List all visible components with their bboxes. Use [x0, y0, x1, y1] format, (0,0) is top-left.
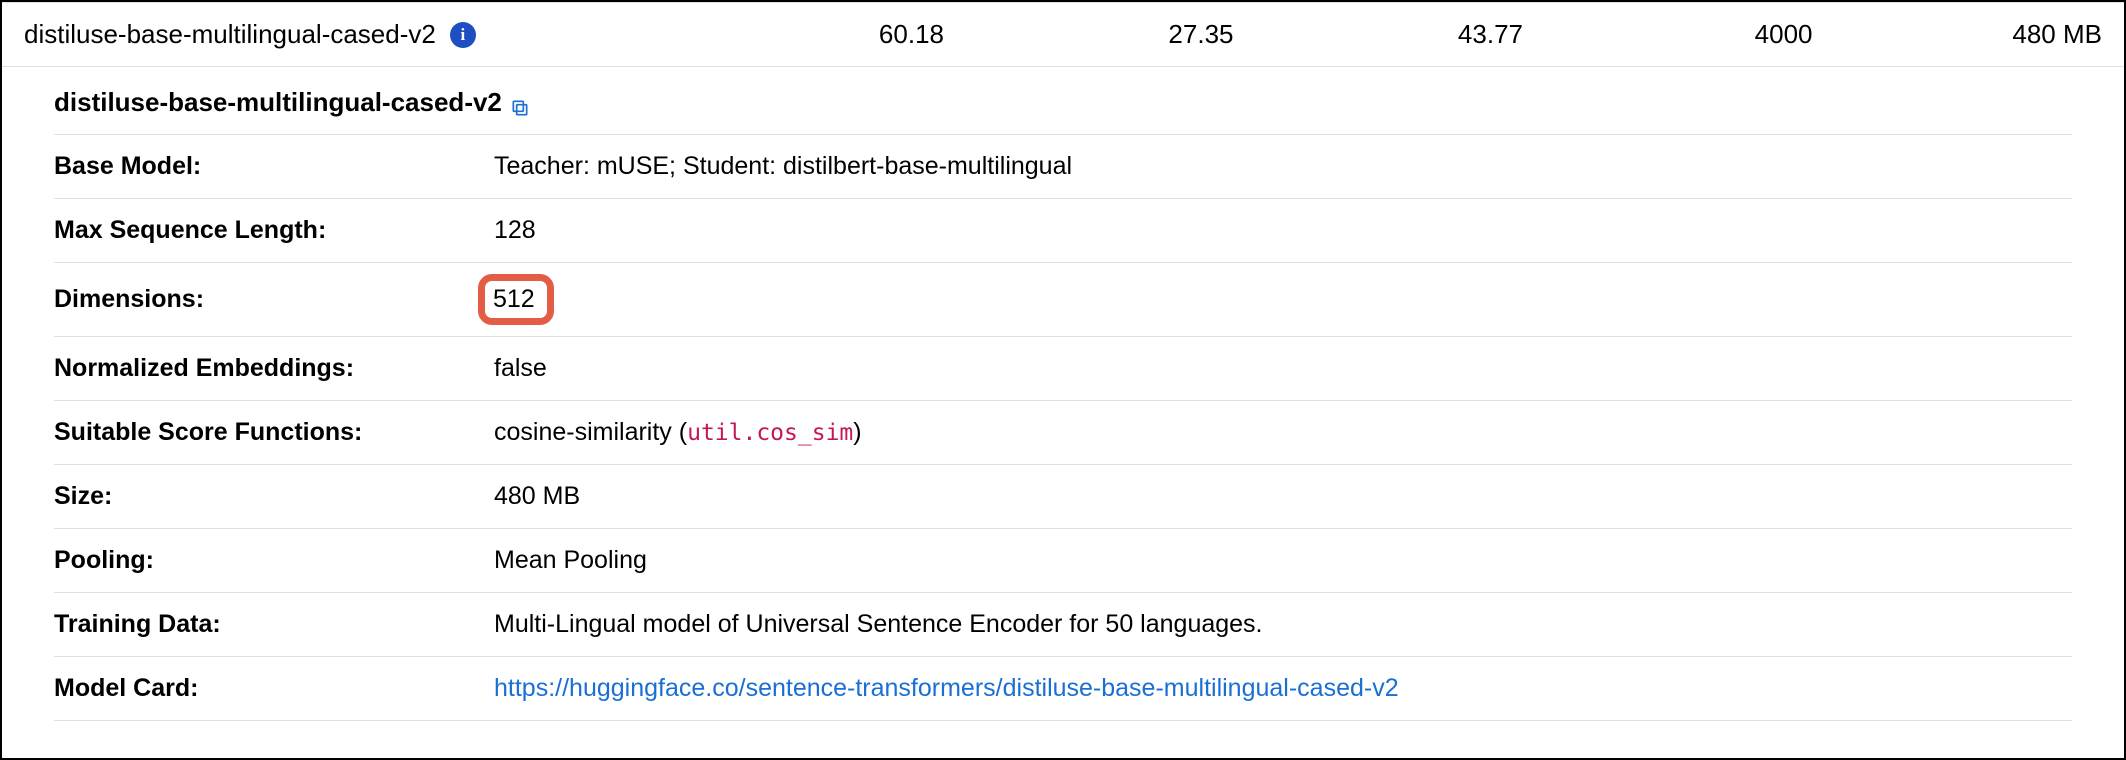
- label-dimensions: Dimensions:: [54, 285, 494, 314]
- label-model-card: Model Card:: [54, 674, 494, 703]
- summary-col-1: 60.18: [784, 19, 944, 50]
- dimensions-highlight: 512: [478, 274, 554, 325]
- label-score-fn: Suitable Score Functions:: [54, 418, 494, 447]
- row-dimensions: Dimensions: 512: [54, 263, 2072, 337]
- row-training-data: Training Data: Multi-Lingual model of Un…: [54, 593, 2072, 657]
- row-max-seq-len: Max Sequence Length: 128: [54, 199, 2072, 263]
- model-details: distiluse-base-multilingual-cased-v2 Bas…: [2, 67, 2124, 721]
- value-training-data: Multi-Lingual model of Universal Sentenc…: [494, 610, 2072, 639]
- score-fn-code: util.cos_sim: [687, 420, 853, 446]
- model-summary-row[interactable]: distiluse-base-multilingual-cased-v2 i 6…: [2, 2, 2124, 67]
- label-pooling: Pooling:: [54, 546, 494, 575]
- value-score-fn: cosine-similarity (util.cos_sim): [494, 418, 2072, 447]
- score-fn-prefix: cosine-similarity (: [494, 418, 687, 446]
- value-size: 480 MB: [494, 482, 2072, 511]
- details-title-row: distiluse-base-multilingual-cased-v2: [54, 67, 2072, 135]
- value-dimensions: 512: [494, 280, 2072, 319]
- model-name: distiluse-base-multilingual-cased-v2: [24, 19, 436, 50]
- row-base-model: Base Model: Teacher: mUSE; Student: dist…: [54, 135, 2072, 199]
- summary-col-3: 43.77: [1234, 19, 1524, 50]
- label-training-data: Training Data:: [54, 610, 494, 639]
- copy-icon[interactable]: [510, 94, 528, 112]
- value-base-model: Teacher: mUSE; Student: distilbert-base-…: [494, 152, 2072, 181]
- label-size: Size:: [54, 482, 494, 511]
- details-title: distiluse-base-multilingual-cased-v2: [54, 87, 502, 118]
- model-card-link[interactable]: https://huggingface.co/sentence-transfor…: [494, 674, 1399, 702]
- summary-col-5: 480 MB: [1813, 19, 2103, 50]
- row-size: Size: 480 MB: [54, 465, 2072, 529]
- row-score-fn: Suitable Score Functions: cosine-similar…: [54, 401, 2072, 465]
- row-pooling: Pooling: Mean Pooling: [54, 529, 2072, 593]
- row-normalized: Normalized Embeddings: false: [54, 337, 2072, 401]
- summary-col-4: 4000: [1523, 19, 1813, 50]
- label-base-model: Base Model:: [54, 152, 494, 181]
- value-normalized: false: [494, 354, 2072, 383]
- label-max-seq-len: Max Sequence Length:: [54, 216, 494, 245]
- row-model-card: Model Card: https://huggingface.co/sente…: [54, 657, 2072, 721]
- value-pooling: Mean Pooling: [494, 546, 2072, 575]
- info-icon[interactable]: i: [450, 22, 476, 48]
- summary-col-2: 27.35: [944, 19, 1234, 50]
- label-normalized: Normalized Embeddings:: [54, 354, 494, 383]
- score-fn-suffix: ): [853, 418, 861, 446]
- value-max-seq-len: 128: [494, 216, 2072, 245]
